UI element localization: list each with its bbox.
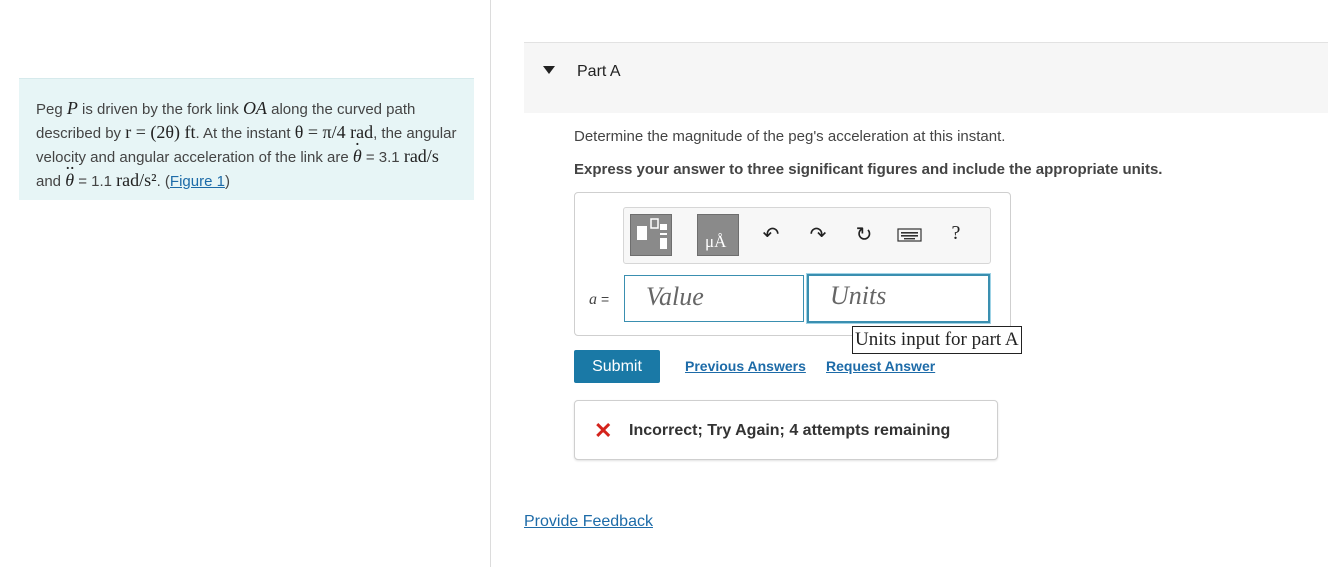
theta-ddot-symbol: θ [65,157,74,191]
theta-dot-symbol: θ [353,133,362,167]
help-icon[interactable]: ? [942,222,970,245]
problem-text: Peg [36,101,67,118]
units-tooltip: Units input for part A [852,326,1022,354]
submit-button[interactable]: Submit [574,350,660,383]
path-equation: r = (2θ) ft [125,122,196,142]
column-divider [490,0,491,567]
answer-variable: a = [589,291,609,309]
math-toolbar: μÅ ↶ ↷ ↻ ? [623,207,991,264]
part-title: Part A [577,63,621,80]
equals-sign: = [601,291,610,307]
feedback-message: Incorrect; Try Again; 4 attempts remaini… [629,422,951,439]
problem-text: and [36,173,66,190]
alpha-unit: rad/s² [116,170,157,190]
problem-text: . ( [156,173,170,190]
angle-equation: θ = π/4 rad [294,122,374,142]
problem-text: is driven by the fork link [77,101,243,118]
units-button-label: μÅ [705,232,727,251]
problem-text: ) [224,173,230,190]
answer-box: μÅ ↶ ↷ ↻ ? a = Value Units [574,192,1011,336]
feedback-box: ✕ Incorrect; Try Again; 4 attempts remai… [574,400,998,460]
instructions-text: Express your answer to three significant… [574,161,1163,178]
reset-icon[interactable]: ↻ [850,222,878,247]
keyboard-icon[interactable] [896,226,924,249]
previous-answers-link[interactable]: Previous Answers [685,358,806,374]
question-text: Determine the magnitude of the peg's acc… [574,128,1006,145]
collapse-caret-icon[interactable] [543,66,555,74]
variable-symbol: a [589,291,597,308]
request-answer-link[interactable]: Request Answer [826,358,935,374]
omega-value: = 3.1 [361,149,404,166]
templates-button[interactable] [630,214,672,256]
units-button[interactable]: μÅ [697,214,739,256]
units-input[interactable]: Units [807,274,990,323]
incorrect-x-icon: ✕ [594,418,613,443]
figure-link[interactable]: Figure 1 [170,173,225,190]
omega-unit: rad/s [403,146,439,166]
problem-text: . At the instant [195,125,295,142]
peg-symbol: P [66,98,78,118]
provide-feedback-link[interactable]: Provide Feedback [524,513,653,531]
undo-icon[interactable]: ↶ [757,222,785,247]
problem-statement: Peg P is driven by the fork link OA alon… [19,78,474,200]
value-input[interactable]: Value [624,275,804,322]
templates-icon [637,218,667,249]
redo-icon[interactable]: ↷ [804,222,832,247]
part-header[interactable]: Part A [524,42,1328,113]
link-symbol: OA [242,98,267,118]
alpha-value: = 1.1 [74,173,117,190]
